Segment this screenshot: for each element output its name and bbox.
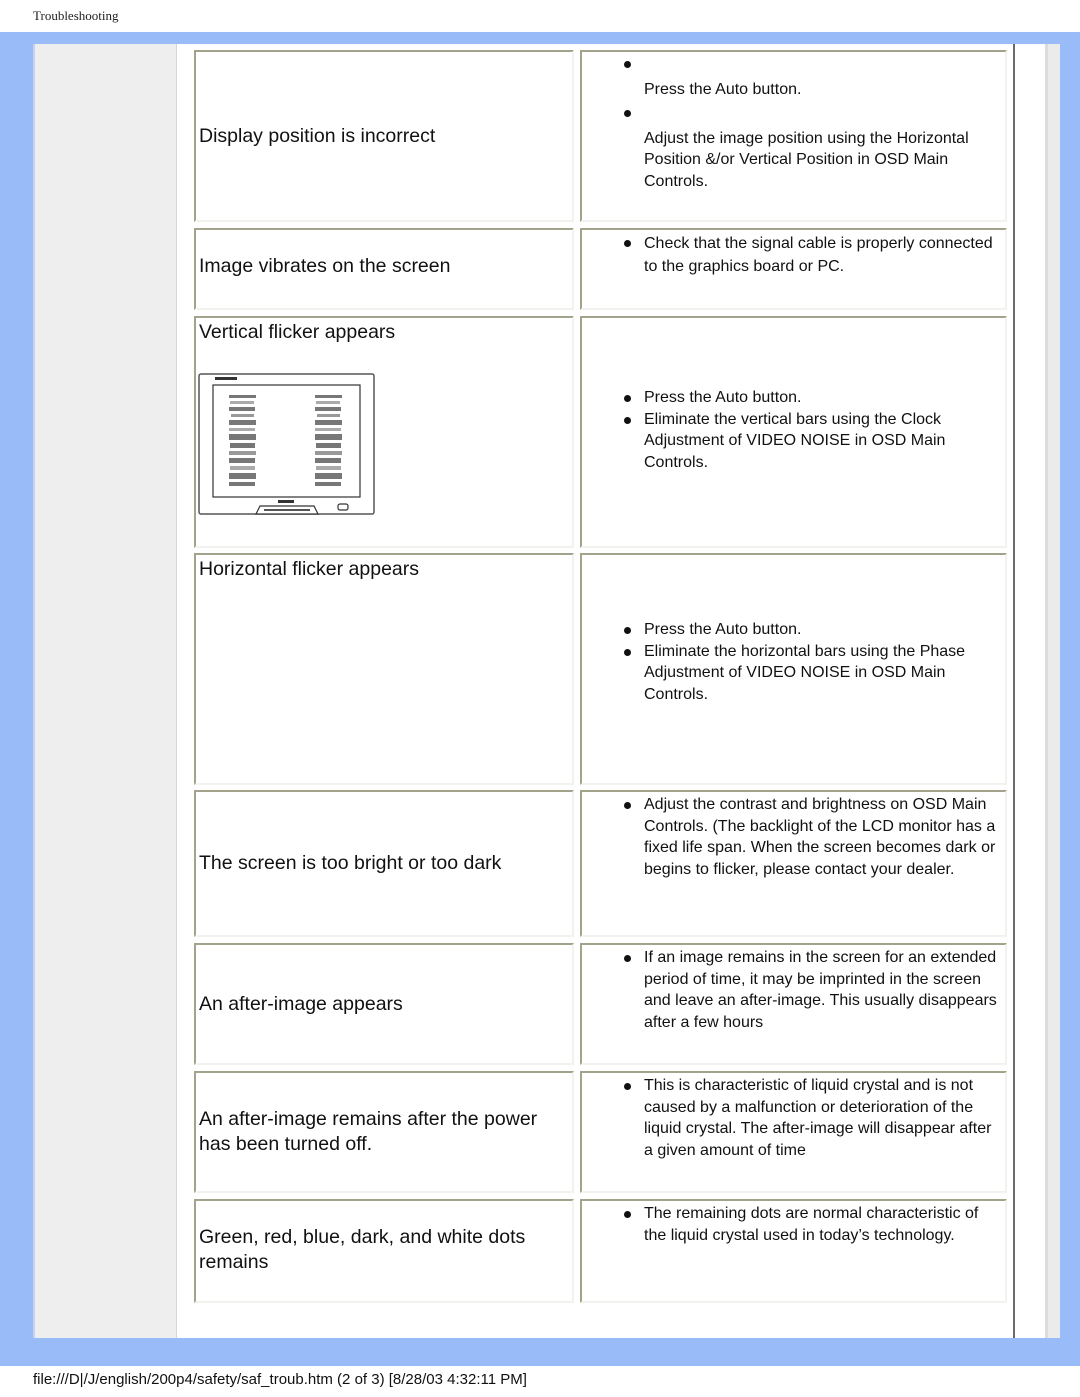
problem-cell: Display position is incorrect bbox=[194, 50, 574, 222]
solution-cell: This is characteristic of liquid crystal… bbox=[580, 1071, 1007, 1193]
solution-item: The remaining dots are normal characteri… bbox=[624, 1203, 999, 1246]
problem-cell: The screen is too bright or too dark bbox=[194, 790, 574, 937]
page-footer-url: file:///D|/J/english/200p4/safety/saf_tr… bbox=[33, 1371, 527, 1388]
solution-item: Adjust the contrast and brightness on OS… bbox=[624, 794, 999, 880]
scrollbar-track[interactable] bbox=[1045, 44, 1060, 1338]
solution-item: Eliminate the horizontal bars using the … bbox=[624, 641, 999, 706]
solution-cell: Press the Auto button. Eliminate the ver… bbox=[580, 316, 1007, 548]
solution-item: This is characteristic of liquid crystal… bbox=[624, 1075, 999, 1161]
vertical-flicker-monitor-image bbox=[198, 373, 376, 521]
problem-text: Image vibrates on the screen bbox=[199, 255, 451, 277]
problem-text: An after-image remains after the power h… bbox=[199, 1108, 538, 1155]
right-margin bbox=[1015, 44, 1045, 1338]
solution-cell: Check that the signal cable is properly … bbox=[580, 228, 1007, 310]
problem-cell: Image vibrates on the screen bbox=[194, 228, 574, 310]
problem-text: Display position is incorrect bbox=[199, 124, 436, 147]
solution-list: Adjust the contrast and brightness on OS… bbox=[582, 794, 1005, 880]
solution-cell: Adjust the contrast and brightness on OS… bbox=[580, 790, 1007, 937]
solution-list: Press the Auto button. Eliminate the ver… bbox=[582, 387, 1005, 473]
solution-list: Press the Auto button. Eliminate the hor… bbox=[582, 619, 1005, 705]
problem-text: The screen is too bright or too dark bbox=[199, 852, 502, 874]
problem-cell: An after-image remains after the power h… bbox=[194, 1071, 574, 1193]
solution-item: Check that the signal cable is properly … bbox=[624, 232, 999, 278]
solution-cell: Press the Auto button. Adjust the image … bbox=[580, 50, 1007, 222]
solution-item: Eliminate the vertical bars using the Cl… bbox=[624, 409, 999, 474]
solution-item: If an image remains in the screen for an… bbox=[624, 947, 999, 1033]
problem-cell: Horizontal flicker appears bbox=[194, 553, 574, 785]
problem-cell: Green, red, blue, dark, and white dots r… bbox=[194, 1199, 574, 1303]
solution-list: The remaining dots are normal characteri… bbox=[582, 1203, 1005, 1246]
solution-cell: If an image remains in the screen for an… bbox=[580, 943, 1007, 1065]
solution-list: Check that the signal cable is properly … bbox=[582, 232, 1005, 278]
solution-cell: Press the Auto button. Eliminate the hor… bbox=[580, 553, 1007, 785]
problem-text: Horizontal flicker appears bbox=[199, 558, 420, 580]
page-header-title: Troubleshooting bbox=[33, 8, 119, 23]
problem-cell: An after-image appears bbox=[194, 943, 574, 1065]
solution-list: Press the Auto button. Adjust the image … bbox=[582, 55, 1005, 195]
solution-cell: The remaining dots are normal characteri… bbox=[580, 1199, 1007, 1303]
solution-item: Press the Auto button. bbox=[624, 55, 999, 101]
solution-item: Press the Auto button. bbox=[624, 619, 999, 641]
solution-list: This is characteristic of liquid crystal… bbox=[582, 1075, 1005, 1161]
left-nav-panel bbox=[33, 44, 178, 1338]
problem-text: Vertical flicker appears bbox=[199, 321, 396, 343]
solution-item: Press the Auto button. bbox=[624, 387, 999, 409]
problem-text: An after-image appears bbox=[199, 992, 403, 1015]
solution-item: Adjust the image position using the Hori… bbox=[624, 104, 999, 193]
solution-list: If an image remains in the screen for an… bbox=[582, 947, 1005, 1033]
problem-text: Green, red, blue, dark, and white dots r… bbox=[199, 1225, 526, 1273]
